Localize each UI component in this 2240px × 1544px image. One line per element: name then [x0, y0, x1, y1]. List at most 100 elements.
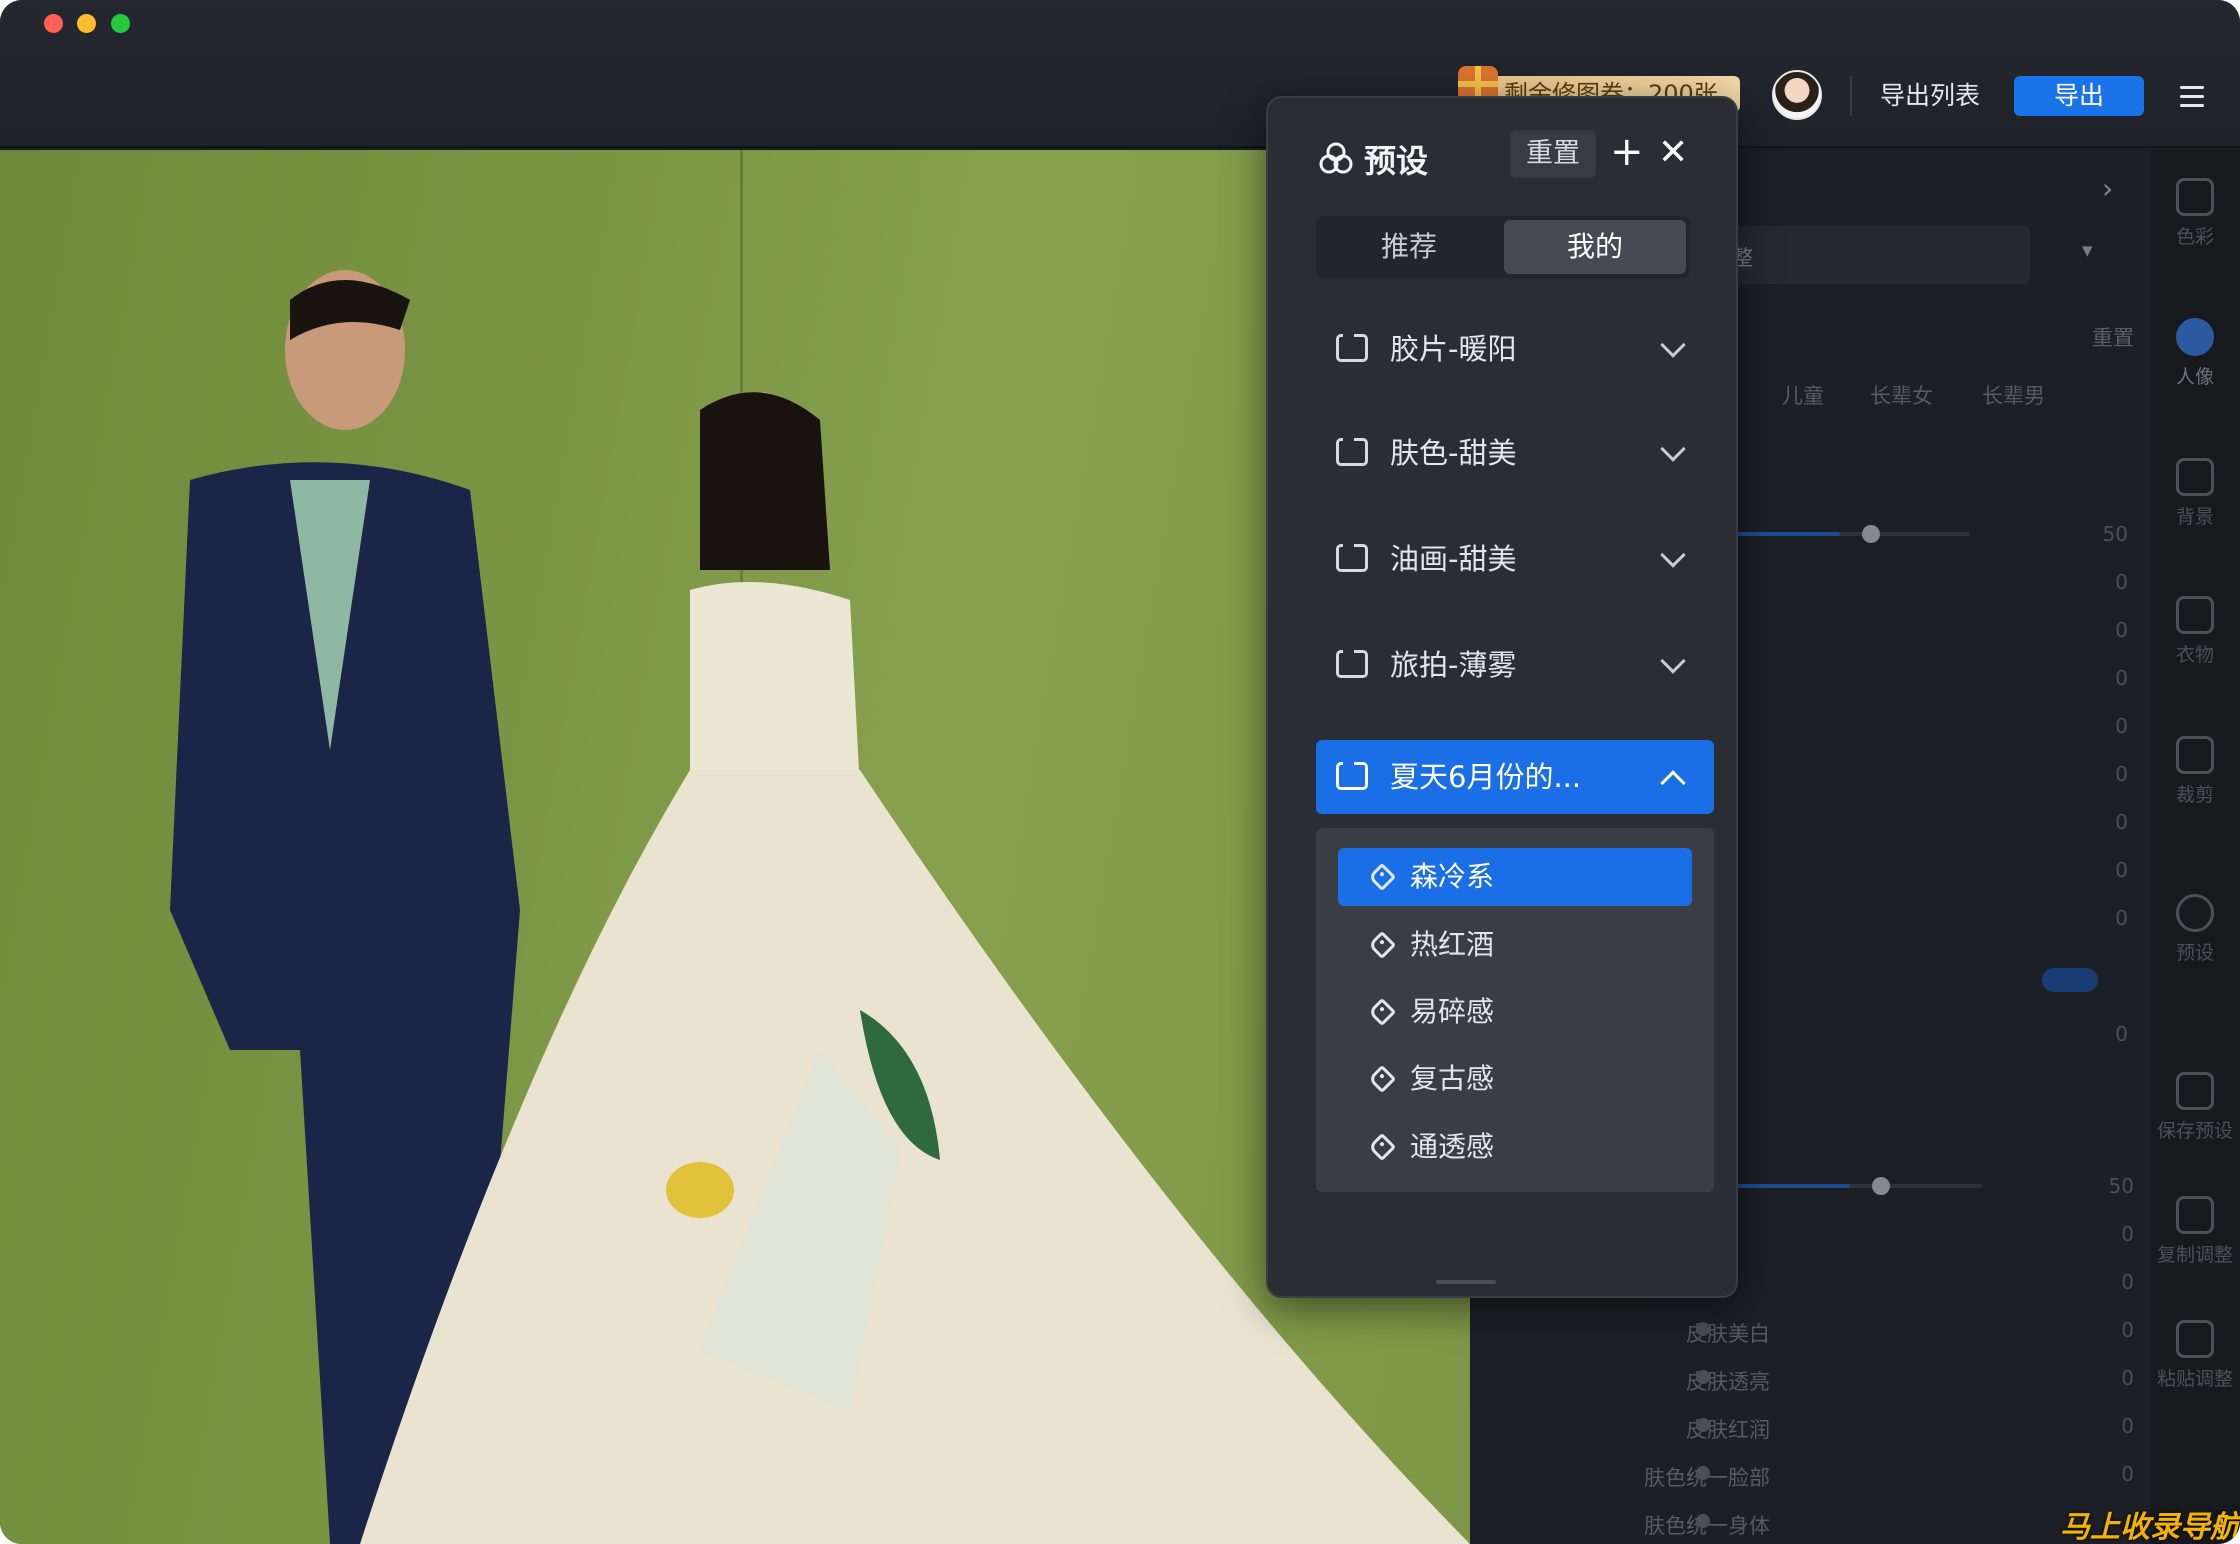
tab-recommended[interactable]: 推荐 [1316, 216, 1502, 278]
tag-icon [1367, 1064, 1397, 1094]
skin-slider-knob[interactable] [1696, 1370, 1710, 1384]
minimize-window-button[interactable] [77, 14, 96, 33]
skin-slider-knob[interactable] [1696, 1466, 1710, 1480]
slider-value: 0 [2115, 906, 2128, 930]
preset-item-selected[interactable]: 森冷系 [1338, 848, 1692, 906]
menu-icon[interactable] [2180, 86, 2204, 108]
skin-value: 0 [2121, 1462, 2134, 1486]
tool-sidebar: 色彩 人像 背景 衣物 裁剪 预设 保存预设 复制调整 粘贴调整 [2150, 150, 2240, 1544]
reset-button[interactable]: 重置 [1510, 130, 1596, 178]
chevron-up-icon [1660, 770, 1686, 796]
slider-knob[interactable] [1862, 525, 1880, 543]
slider-value: 0 [2115, 570, 2128, 594]
tool-background[interactable]: 背景 [2150, 458, 2240, 529]
crop-icon [2176, 736, 2214, 774]
preset-list: 森冷系 热红酒 易碎感 复古感 通透感 [1316, 828, 1714, 1192]
folder-item[interactable]: 肤色-甜美 [1316, 416, 1716, 490]
panel-reset-label[interactable]: 重置 [2092, 322, 2134, 352]
slider-value: 0 [2121, 1270, 2134, 1294]
preset-popup: 预设 重置 + ✕ 推荐 我的 胶片-暖阳 肤色-甜美 油画-甜美 旅拍-薄雾 [1266, 96, 1738, 1298]
photo-subjects [170, 270, 1470, 1544]
category-elder-female[interactable]: 长辈女 [1870, 380, 1933, 410]
close-icon[interactable]: ✕ [1658, 130, 1688, 176]
preset-icon [1319, 142, 1353, 174]
skin-label: 肤色统一身体 [1550, 1510, 1770, 1540]
skin-slider-knob[interactable] [1696, 1322, 1710, 1336]
tool-clothing[interactable]: 衣物 [2150, 596, 2240, 667]
export-button[interactable]: 导出 [2014, 76, 2144, 116]
folder-label: 旅拍-薄雾 [1390, 648, 1517, 682]
sliders-icon [2176, 178, 2214, 216]
slider-value: 0 [2115, 810, 2128, 834]
photo-canvas[interactable] [0, 150, 1470, 1544]
folder-icon [1336, 544, 1368, 572]
slider-value: 0 [2115, 714, 2128, 738]
preset-item[interactable]: 复古感 [1338, 1050, 1692, 1108]
preset-item[interactable]: 易碎感 [1338, 983, 1692, 1041]
toggle-switch[interactable] [2042, 968, 2098, 992]
collapse-arrow-icon[interactable]: › [2102, 172, 2113, 205]
skin-slider-knob[interactable] [1696, 1418, 1710, 1432]
tool-preset[interactable]: 预设 [2150, 894, 2240, 965]
app-window: 剩余修图券：200张 导出列表 导出 › 整 ▾ 重置 儿童 长辈女 长辈男 5… [0, 0, 2240, 1544]
preset-item[interactable]: 热红酒 [1338, 916, 1692, 974]
preset-label: 热红酒 [1410, 928, 1495, 961]
folder-icon [1336, 438, 1368, 466]
avatar[interactable] [1772, 70, 1822, 120]
copy-icon [2176, 1196, 2214, 1234]
export-list-button[interactable]: 导出列表 [1870, 78, 1990, 114]
slider-value: 0 [2115, 762, 2128, 786]
slider-value: 0 [2115, 666, 2128, 690]
folder-label: 油画-甜美 [1390, 542, 1517, 576]
skin-label: 肤色统一脸部 [1550, 1462, 1770, 1492]
skin-value: 0 [2121, 1366, 2134, 1390]
preset-label: 森冷系 [1410, 860, 1495, 893]
skin-value: 0 [2121, 1318, 2134, 1342]
tag-icon [1367, 862, 1397, 892]
resize-handle[interactable] [1436, 1280, 1496, 1284]
folder-item-expanded[interactable]: 夏天6月份的... [1316, 740, 1714, 814]
folder-item[interactable]: 油画-甜美 [1316, 522, 1716, 596]
folder-icon [1336, 762, 1368, 790]
chevron-down-icon [1660, 332, 1686, 358]
folder-item[interactable]: 旅拍-薄雾 [1316, 628, 1716, 702]
folder-label: 肤色-甜美 [1390, 436, 1517, 470]
preset-label: 复古感 [1410, 1062, 1495, 1095]
background-icon [2176, 458, 2214, 496]
tab-mine[interactable]: 我的 [1504, 220, 1686, 274]
tag-icon [1367, 997, 1397, 1027]
portrait-icon [2176, 318, 2214, 356]
maximize-window-button[interactable] [111, 14, 130, 33]
preset-item[interactable]: 通透感 [1338, 1118, 1692, 1176]
tool-color[interactable]: 色彩 [2150, 178, 2240, 249]
paste-icon [2176, 1320, 2214, 1358]
category-kids[interactable]: 儿童 [1782, 380, 1824, 410]
folder-item[interactable]: 胶片-暖阳 [1316, 312, 1716, 386]
skin-slider-knob[interactable] [1696, 1514, 1710, 1528]
title-bar: 剩余修图券：200张 导出列表 导出 [0, 0, 2240, 148]
tool-portrait[interactable]: 人像 [2150, 318, 2240, 389]
skin-value: 0 [2121, 1414, 2134, 1438]
skin-label: 皮肤美白 [1686, 1322, 1770, 1346]
tool-paste-adjust[interactable]: 粘贴调整 [2150, 1320, 2240, 1391]
slider-knob[interactable] [1872, 1177, 1890, 1195]
skin-label: 皮肤红润 [1686, 1418, 1770, 1442]
folder-icon [1336, 650, 1368, 678]
slider-value: 0 [2115, 1022, 2128, 1046]
category-elder-male[interactable]: 长辈男 [1982, 380, 2045, 410]
preset-tabs: 推荐 我的 [1316, 216, 1690, 278]
close-window-button[interactable] [44, 14, 63, 33]
shirt-icon [2176, 596, 2214, 634]
tool-save-preset[interactable]: 保存预设 [2150, 1072, 2240, 1143]
divider [1850, 76, 1852, 116]
folder-icon [1336, 334, 1368, 362]
chevron-down-icon [1660, 436, 1686, 462]
tool-copy-adjust[interactable]: 复制调整 [2150, 1196, 2240, 1267]
dropdown-chevron-icon: ▾ [2082, 238, 2093, 262]
add-icon[interactable]: + [1610, 128, 1644, 176]
popup-title: 预设 [1364, 142, 1429, 180]
slider-value: 0 [2115, 858, 2128, 882]
tool-crop[interactable]: 裁剪 [2150, 736, 2240, 807]
skin-label: 皮肤透亮 [1686, 1370, 1770, 1394]
slider-value: 0 [2121, 1222, 2134, 1246]
